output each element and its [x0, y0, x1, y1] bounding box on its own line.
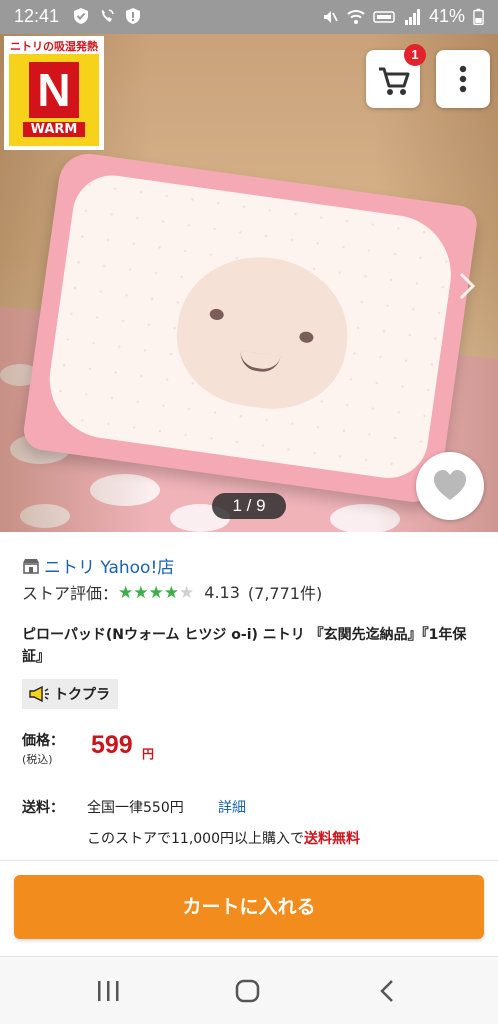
- star-icon: ★: [179, 582, 195, 603]
- next-image-button[interactable]: [452, 266, 482, 306]
- cart-count-badge: 1: [404, 44, 426, 66]
- back-icon: [380, 980, 393, 1002]
- price-value: 599: [91, 731, 133, 759]
- logo-caption: ニトリの吸湿発熱: [10, 40, 98, 53]
- back-button[interactable]: [358, 971, 418, 1011]
- mute-icon: [323, 10, 338, 23]
- wifi-call-icon: [101, 9, 114, 22]
- shipping-value: 全国一律550円: [87, 800, 184, 816]
- shield-check-icon: [74, 8, 88, 24]
- star-icon: ★: [163, 582, 180, 603]
- store-icon: [23, 558, 39, 574]
- wifi-icon: [347, 9, 365, 24]
- status-bar: 12:41 41%: [0, 0, 498, 34]
- more-menu-button[interactable]: [436, 50, 490, 108]
- shipping-detail-link[interactable]: 詳細: [218, 797, 246, 817]
- star-icon: ★: [133, 582, 149, 603]
- status-right-icons: 41%: [321, 6, 484, 27]
- rating-label: ストア評価：: [22, 584, 119, 603]
- signal-icon: [404, 8, 420, 25]
- logo-letter: N: [29, 62, 79, 118]
- tokupura-label: トクプラ: [54, 687, 110, 703]
- image-counter: 1 / 9: [212, 493, 286, 519]
- battery-percent: 41%: [428, 6, 465, 26]
- rating-stars: ★★★★★: [118, 583, 194, 602]
- tokupura-badge: トクプラ: [22, 679, 118, 709]
- heart-icon: [434, 470, 466, 500]
- price-tax-note: (税込): [22, 753, 53, 766]
- home-button[interactable]: [218, 971, 278, 1011]
- chevron-right-icon: [459, 272, 476, 300]
- star-icon: ★: [118, 582, 134, 603]
- free-shipping-note: このストアで11,000円以上購入で送料無料: [87, 828, 360, 848]
- battery-icon: [473, 8, 484, 25]
- more-vert-icon: [459, 65, 467, 93]
- logo-warm-text: WARM: [23, 122, 85, 137]
- store-link[interactable]: ニトリ Yahoo!店: [22, 553, 174, 578]
- recent-apps-icon: [98, 981, 119, 1001]
- megaphone-icon: [29, 685, 49, 703]
- rating-count: (7,771件): [247, 584, 323, 603]
- alert-shield-icon: [126, 8, 140, 24]
- price-unit: 円: [142, 747, 155, 761]
- star-icon: ★: [148, 582, 164, 603]
- status-left-icons: [72, 7, 142, 25]
- recent-apps-button[interactable]: [78, 971, 138, 1011]
- system-nav-bar: [0, 956, 498, 1024]
- status-time: 12:41: [14, 6, 60, 26]
- add-to-cart-button[interactable]: カートに入れる: [14, 875, 484, 939]
- rating-value: 4.13: [204, 582, 240, 602]
- product-title: ピローパッド(Nウォーム ヒツジ o-i) ニトリ 『玄関先迄納品』『1年保証』: [22, 627, 467, 665]
- free-shipping-text: 送料無料: [304, 831, 360, 847]
- price-label: 価格：: [22, 733, 64, 749]
- sheep-face: [168, 246, 358, 419]
- store-name: ニトリ Yahoo!店: [44, 558, 175, 578]
- favorite-button[interactable]: [416, 452, 484, 520]
- shipping-label: 送料：: [22, 800, 64, 816]
- nitori-warm-logo: ニトリの吸湿発熱 N WARM: [4, 36, 104, 150]
- volte-icon: [373, 10, 395, 23]
- store-rating[interactable]: ストア評価： ★★★★★ 4.13 (7,771件): [22, 580, 322, 604]
- home-icon: [235, 979, 260, 1003]
- free-shipping-condition: このストアで11,000円以上購入で: [87, 831, 304, 847]
